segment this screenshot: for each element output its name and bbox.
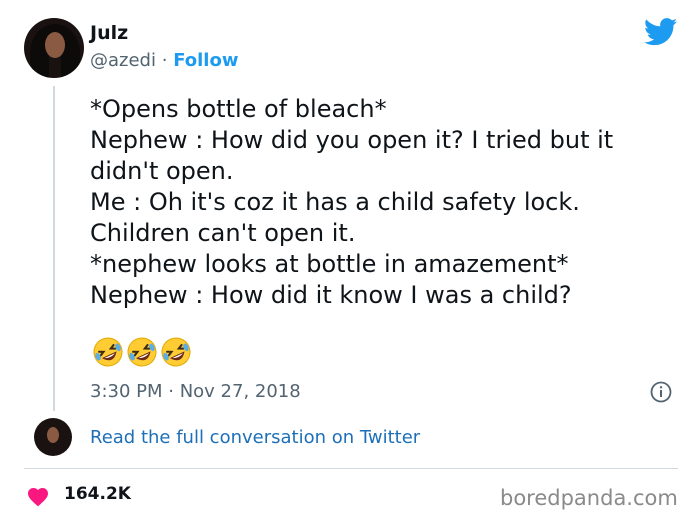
avatar-face <box>47 427 59 443</box>
rolling-on-floor-laughing-icon <box>127 337 157 367</box>
tweet-line: *nephew looks at bottle in amazement* <box>90 250 569 278</box>
tweet-timestamp[interactable]: 3:30 PM · Nov 27, 2018 <box>90 381 301 402</box>
tweet-line: *Opens bottle of bleach* <box>90 95 387 123</box>
author-handle-row: @azedi · Follow <box>90 50 238 71</box>
twitter-bird-icon[interactable] <box>644 18 678 46</box>
read-conversation-link[interactable]: Read the full conversation on Twitter <box>90 427 420 448</box>
thread-line <box>53 86 55 411</box>
tweet-text: *Opens bottle of bleach* Nephew : How di… <box>90 94 680 311</box>
tweet-line: Nephew : How did you open it? I tried bu… <box>90 126 614 154</box>
like-count: 164.2K <box>64 484 131 504</box>
watermark: boredpanda.com <box>500 486 678 510</box>
rolling-on-floor-laughing-icon <box>161 337 191 367</box>
tweet-line: Me : Oh it's coz it has a child safety l… <box>90 188 580 216</box>
tweet-line: Nephew : How did it know I was a child? <box>90 281 572 309</box>
rolling-on-floor-laughing-icon <box>93 337 123 367</box>
info-icon[interactable] <box>650 381 672 403</box>
author-avatar[interactable] <box>24 18 84 78</box>
heart-icon[interactable] <box>26 485 50 507</box>
divider <box>24 468 678 469</box>
author-name[interactable]: Julz <box>90 22 128 44</box>
reply-avatar[interactable] <box>34 418 72 456</box>
emoji-row <box>92 336 192 370</box>
handle-separator: · <box>161 50 168 71</box>
author-handle[interactable]: @azedi <box>90 50 156 71</box>
avatar-face <box>45 32 65 58</box>
follow-button[interactable]: Follow <box>173 50 238 71</box>
tweet-line: didn't open. <box>90 157 234 185</box>
tweet-line: Children can't open it. <box>90 219 356 247</box>
